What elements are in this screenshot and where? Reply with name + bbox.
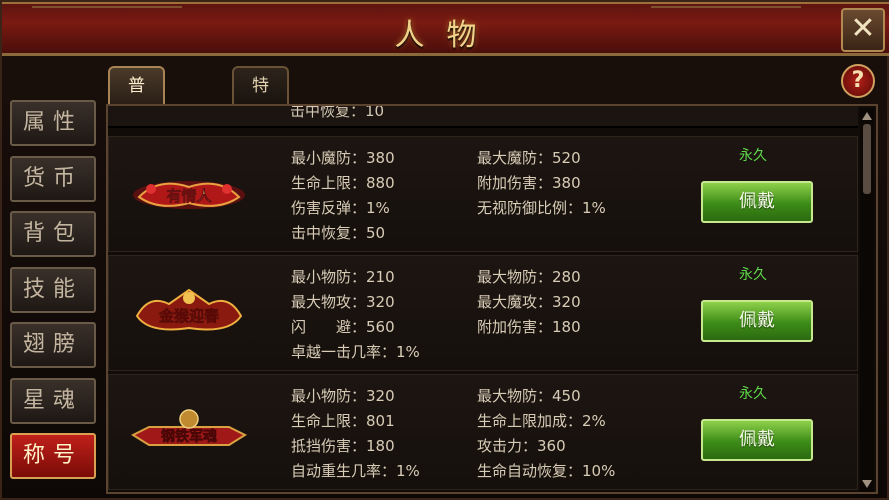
stat-left: 最小魔防：380	[291, 149, 395, 167]
title-emblem-monkey-spring: 金猴迎春	[135, 288, 243, 331]
title-list[interactable]: 击中恢复：10 有情人 最小魔防：380 生命上限：880 伤害反弹：1% 击中…	[106, 104, 878, 494]
partial-row-stat: 击中恢复：10	[290, 104, 385, 120]
stat-right: 最大魔攻：320	[477, 293, 581, 311]
scrollbar[interactable]	[860, 108, 874, 492]
scroll-down-icon[interactable]	[862, 480, 872, 488]
side-tab-titles[interactable]: 称号	[10, 433, 96, 479]
stat-right: 最大魔防：520	[477, 149, 581, 167]
title-emblem-iron-soul: 钢铁军魂	[130, 409, 248, 446]
duration-label: 永久	[739, 386, 767, 402]
scroll-thumb[interactable]	[863, 124, 871, 194]
wear-button[interactable]: 佩戴	[701, 181, 813, 223]
scroll-up-icon[interactable]	[862, 112, 872, 120]
stat-left: 最小物防：320	[291, 387, 395, 405]
side-tab-list: 属性 货币 背包 技能 翅膀 星魂 称号	[10, 100, 98, 489]
stat-left: 最大物攻：320	[291, 293, 395, 311]
stat-right: 无视防御比例：1%	[477, 199, 606, 217]
stat-left: 击中恢复：50	[291, 224, 386, 242]
stat-left: 闪 避：560	[291, 318, 395, 336]
title-row: 钢铁军魂 最小物防：320 生命上限：801 抵挡伤害：180 自动重生几率：1…	[108, 374, 858, 490]
stat-left: 伤害反弹：1%	[291, 199, 390, 217]
stat-left: 生命上限：880	[291, 174, 395, 192]
stat-left: 生命上限：801	[291, 412, 395, 430]
stat-right: 附加伤害：380	[477, 174, 581, 192]
help-button[interactable]: ?	[841, 64, 875, 98]
side-tab-wings[interactable]: 翅膀	[10, 322, 96, 368]
title-emblem-lover: 有情人	[133, 181, 245, 209]
wear-button[interactable]: 佩戴	[701, 300, 813, 342]
stat-right: 最大物防：450	[477, 387, 581, 405]
stat-right: 生命上限加成：2%	[477, 412, 606, 430]
side-tab-star-soul[interactable]: 星魂	[10, 377, 96, 424]
close-button[interactable]: ✕	[841, 8, 885, 52]
help-icon: ?	[851, 68, 865, 93]
wear-button[interactable]: 佩戴	[701, 419, 813, 461]
stat-right: 最大物防：280	[477, 268, 581, 286]
title-bar: 人物 ✕	[2, 2, 889, 56]
duration-label: 永久	[739, 267, 767, 283]
tab-normal-titles[interactable]: 普通称号	[108, 66, 165, 204]
stat-right: 生命自动恢复：10%	[477, 462, 616, 480]
title-row: 有情人 最小魔防：380 生命上限：880 伤害反弹：1% 击中恢复：50 最大…	[108, 136, 858, 252]
stat-left: 自动重生几率：1%	[291, 462, 420, 480]
side-tab-attributes[interactable]: 属性	[10, 100, 96, 146]
title-row: 金猴迎春 最小物防：210 最大物攻：320 闪 避：560 卓越一击几率：1%…	[108, 255, 858, 371]
close-icon: ✕	[850, 11, 876, 46]
tab-special-titles[interactable]: 特殊称号	[232, 66, 289, 204]
stat-right: 附加伤害：180	[477, 318, 581, 336]
side-tab-currency[interactable]: 货币	[10, 155, 96, 202]
emblem-text: 金猴迎春	[158, 307, 219, 325]
emblem-text: 有情人	[166, 187, 212, 205]
stat-left: 抵挡伤害：180	[291, 437, 395, 455]
duration-label: 永久	[739, 148, 767, 164]
stat-right: 攻击力：360	[477, 437, 566, 455]
stat-left: 最小物防：210	[291, 268, 395, 286]
window-title: 人物	[394, 18, 499, 53]
stat-left: 卓越一击几率：1%	[291, 343, 420, 361]
side-tab-skills[interactable]: 技能	[10, 266, 96, 313]
partial-row: 击中恢复：10	[108, 106, 858, 128]
emblem-text: 钢铁军魂	[161, 428, 217, 445]
side-tab-backpack[interactable]: 背包	[10, 211, 96, 257]
character-window: 人物 ✕ 属性 货币 背包 技能 翅膀 星魂 称号 普通称号 特殊称号 ? 击中…	[0, 0, 889, 500]
